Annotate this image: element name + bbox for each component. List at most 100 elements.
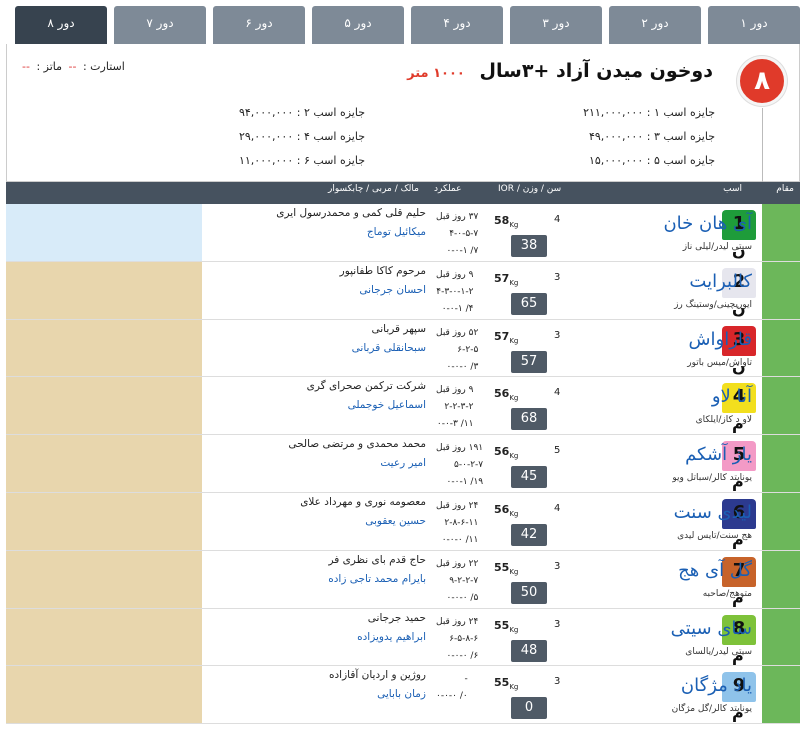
weight-unit: Kg <box>509 336 519 345</box>
tab-race-7[interactable]: دور ۷ <box>114 6 206 44</box>
perf-record: ۵/ ۰-۰-۰ <box>446 592 479 603</box>
header-horse: اسب <box>723 184 742 194</box>
performance: ۲۴ روز قبل ۶-۵-۸-۶ ۶/ ۰-۰-۰ <box>436 614 478 665</box>
weight-unit: Kg <box>509 567 519 576</box>
horse-name[interactable]: سای سیتی <box>671 618 752 639</box>
horse-name[interactable]: یاز آشکم <box>685 444 752 465</box>
horse-name[interactable]: آنا لاو <box>712 386 752 407</box>
ior-badge: 38 <box>511 235 547 257</box>
weight-unit: Kg <box>509 278 519 287</box>
header-owner: مالک / مربی / چابکسوار <box>328 184 419 194</box>
perf-days: ۵۲ روز قبل <box>436 327 479 338</box>
divider <box>762 108 763 182</box>
header-age-weight-ior: سن / وزن / IOR <box>498 184 562 194</box>
row-left-panel <box>6 550 202 608</box>
horse-row[interactable]: 4 م آنا لاو لاو د کاز/ایلکای 4 56Kg 68 ۹… <box>6 377 800 436</box>
weight-unit: Kg <box>509 394 519 403</box>
horse-name[interactable]: کالبرایت <box>689 271 752 292</box>
jockey-link[interactable]: امیر رعیت <box>266 457 426 469</box>
row-left-panel <box>6 492 202 550</box>
horse-row[interactable]: 1 ن آی هان خان سیتی لیدر/لیلی ناز 4 58Kg… <box>6 204 800 262</box>
rank-cell <box>762 377 800 435</box>
horse-pedigree: سیتی لیدر/لیلی ناز <box>682 242 752 252</box>
row-left-panel <box>6 261 202 319</box>
weight-unit: Kg <box>509 683 519 692</box>
prize-6: جایزه اسب ۶ : ۱۱,۰۰۰,۰۰۰ <box>238 154 365 167</box>
perf-record: ۱۹/ ۰-۰-۱ <box>446 477 484 488</box>
rank-cell <box>762 435 800 492</box>
jockey-link[interactable]: احسان جرجانی <box>266 284 426 296</box>
tab-race-3[interactable]: دور ۳ <box>510 6 602 44</box>
tab-race-1[interactable]: دور ۱ <box>708 6 800 44</box>
jockey-link[interactable]: بایرام محمد تاجی زاده <box>266 573 426 585</box>
horse-pedigree: لاو د کاز/ایلکای <box>695 415 752 426</box>
prize-2: جایزه اسب ۲ : ۹۴,۰۰۰,۰۰۰ <box>238 106 365 119</box>
ior-badge: 65 <box>511 292 547 315</box>
perf-recent: ۲-۲-۳-۲ <box>444 402 474 413</box>
horse-row[interactable]: 5 م یاز آشکم یونایتد کالر/سباتل ویو 5 56… <box>6 435 800 493</box>
jockey-link[interactable]: سبحانقلی قربانی <box>266 342 426 354</box>
perf-recent: ۴-۳-۰-۱-۲ <box>436 286 474 297</box>
horse-pedigree: یونایتد کالر/سباتل ویو <box>672 473 752 484</box>
header-performance: عملکرد <box>434 184 462 194</box>
performance: ۳۷ روز قبل ۴-۰-۵-۷ ۷/ ۰-۰-۱ <box>436 209 478 260</box>
tab-race-6[interactable]: دور ۶ <box>213 6 305 44</box>
horse-row[interactable]: 7 م گل آی هج متوهج/صاحبه 3 55Kg 50 ۲۲ رو… <box>6 550 800 609</box>
tab-race-8[interactable]: دور ۸ <box>15 6 107 44</box>
row-left-panel <box>6 666 202 724</box>
horse-row[interactable]: 6 م لیدی سنت هج سنت/تایس لیدی 4 56Kg 42 … <box>6 492 800 551</box>
horse-name[interactable]: یاد مژگان <box>681 675 752 696</box>
jockey-link[interactable]: حسین یعقوبی <box>266 515 426 527</box>
horse-pedigree: ایوریچینی/وستینگ رز <box>674 299 752 310</box>
jockey-link[interactable]: زمان بابایی <box>266 688 426 700</box>
ior-badge: 45 <box>511 466 547 489</box>
horse-pedigree: هج سنت/تایس لیدی <box>677 530 752 541</box>
race-title: دوخون میدن آزاد +۳سال ۱۰۰۰ متر <box>407 60 713 82</box>
header-rank: مقام <box>776 184 794 194</box>
horse-weight: 56Kg <box>494 503 518 518</box>
horse-age: 4 <box>554 387 561 399</box>
perf-recent: ۹-۲-۲-۷ <box>449 575 479 586</box>
horse-name[interactable]: گل آی هج <box>678 560 752 581</box>
jockey-link[interactable]: میکائیل توماج <box>266 226 426 238</box>
horse-weight: 55Kg <box>494 561 518 576</box>
tab-race-2[interactable]: دور ۲ <box>609 6 701 44</box>
horse-row[interactable]: 9 م یاد مژگان یونایتد کالر/گل مژگان 3 55… <box>6 666 800 725</box>
horse-age: 4 <box>554 214 561 225</box>
prize-1: جایزه اسب ۱ : ۲۱۱,۰۰۰,۰۰۰ <box>583 106 715 119</box>
race-meta: استارت : -- ماتز : -- <box>19 60 125 73</box>
rank-cell <box>762 204 800 261</box>
race-tabs: دور ۱ دور ۲ دور ۳ دور ۴ دور ۵ دور ۶ دور ۷ دور ۸ <box>6 6 800 44</box>
perf-days: ۱۹۱ روز قبل <box>436 443 484 454</box>
performance: - ۰/ ۰-۰-۰ <box>436 671 468 705</box>
horse-name[interactable]: لیدی سنت <box>674 502 752 523</box>
ior-badge: 42 <box>511 523 547 546</box>
owner-trainer: معصومه نوری و مهرداد علای <box>300 495 426 508</box>
perf-record: ۱۱/ ۰-۰-۰ <box>441 534 479 545</box>
weight-value: 56 <box>494 502 510 516</box>
row-left-panel <box>6 204 202 261</box>
perf-days: ۹ روز قبل <box>436 385 474 396</box>
horse-row[interactable]: 8 م سای سیتی سیتی لیدر/یالسای 3 55Kg 48 … <box>6 608 800 667</box>
horse-name[interactable]: قاراواش <box>689 329 752 350</box>
tab-race-4[interactable]: دور ۴ <box>411 6 503 44</box>
owner-trainer: حلیم قلی کمی و محمدرسول ایری <box>276 207 426 219</box>
performance: ۲۴ روز قبل ۲-۸-۶-۱۱ ۱۱/ ۰-۰-۰ <box>436 498 478 549</box>
race-title-text: دوخون میدن آزاد +۳سال <box>479 60 714 82</box>
horse-age: 4 <box>554 502 561 514</box>
owner-trainer: روژین و اردیان آقازاده <box>328 669 426 682</box>
table-header: مقام اسب سن / وزن / IOR عملکرد مالک / مر… <box>6 182 800 204</box>
row-left-panel <box>6 435 202 492</box>
weight-value: 56 <box>494 445 510 459</box>
perf-recent: ۲-۸-۶-۱۱ <box>444 517 479 528</box>
jockey-link[interactable]: ابراهیم یدویزاده <box>266 631 426 643</box>
jockey-link[interactable]: اسماعیل خوجملی <box>266 399 426 411</box>
tab-race-5[interactable]: دور ۵ <box>312 6 404 44</box>
performance: ۲۲ روز قبل ۹-۲-۲-۷ ۵/ ۰-۰-۰ <box>436 556 478 607</box>
row-left-panel <box>6 377 202 435</box>
horse-row[interactable]: 3 ن قاراواش تاواش/میس باتور 3 57Kg 57 ۵۲… <box>6 319 800 378</box>
weight-unit: Kg <box>509 452 519 461</box>
horse-weight: 55Kg <box>494 619 518 634</box>
horse-name[interactable]: آی هان خان <box>663 213 752 234</box>
horse-row[interactable]: 2 ن کالبرایت ایوریچینی/وستینگ رز 3 57Kg … <box>6 261 800 320</box>
